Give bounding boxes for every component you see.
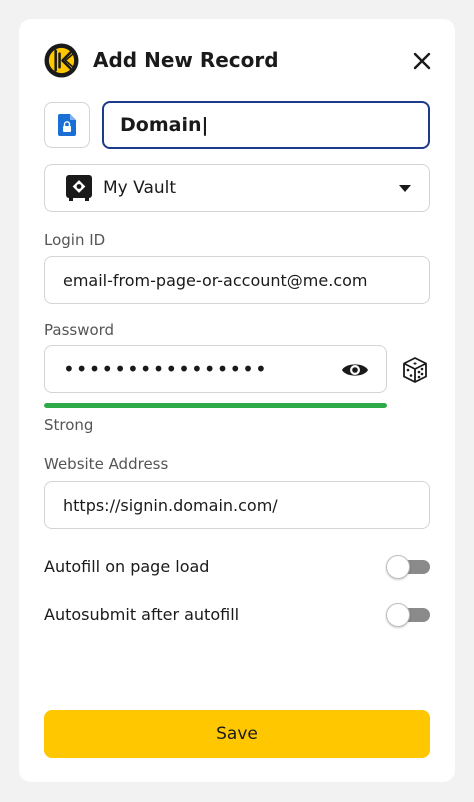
- keeper-logo-icon: [44, 43, 79, 78]
- autosubmit-toggle-knob: [386, 603, 410, 627]
- autosubmit-toggle[interactable]: [386, 603, 430, 627]
- save-button[interactable]: Save: [44, 710, 430, 758]
- password-field[interactable]: ••••••••••••••••: [44, 345, 387, 393]
- record-title-input[interactable]: [102, 101, 430, 149]
- autofill-toggle-knob: [386, 555, 410, 579]
- close-button[interactable]: [408, 47, 436, 75]
- vault-selected-label: My Vault: [103, 178, 177, 198]
- password-label: Password: [44, 321, 115, 339]
- autofill-row: Autofill on page load: [44, 552, 430, 582]
- password-masked-value: ••••••••••••••••: [63, 357, 268, 381]
- autofill-label: Autofill on page load: [44, 557, 210, 576]
- password-strength-fill: [44, 403, 387, 408]
- website-address-label: Website Address: [44, 455, 169, 473]
- add-record-panel: Add New Record My Vault Login ID Passwor…: [19, 19, 455, 782]
- page-title: Add New Record: [93, 48, 279, 72]
- website-address-input[interactable]: [44, 481, 430, 529]
- dice-icon: [403, 357, 427, 383]
- generate-password-button[interactable]: [400, 355, 430, 385]
- vault-select[interactable]: My Vault: [44, 164, 430, 212]
- password-strength-bar: [44, 403, 387, 408]
- close-icon: [413, 52, 431, 70]
- vault-safe-icon: [66, 175, 92, 201]
- autosubmit-label: Autosubmit after autofill: [44, 605, 240, 624]
- record-type-button[interactable]: [44, 102, 90, 148]
- file-lock-icon: [58, 114, 76, 136]
- password-strength-text: Strong: [44, 416, 94, 434]
- autofill-toggle[interactable]: [386, 555, 430, 579]
- eye-icon: [342, 364, 368, 376]
- panel-header: Add New Record: [44, 43, 436, 79]
- show-password-button[interactable]: [340, 358, 370, 382]
- login-id-input[interactable]: [44, 256, 430, 304]
- autosubmit-row: Autosubmit after autofill: [44, 600, 430, 630]
- login-id-label: Login ID: [44, 231, 106, 249]
- chevron-down-icon: [399, 185, 411, 192]
